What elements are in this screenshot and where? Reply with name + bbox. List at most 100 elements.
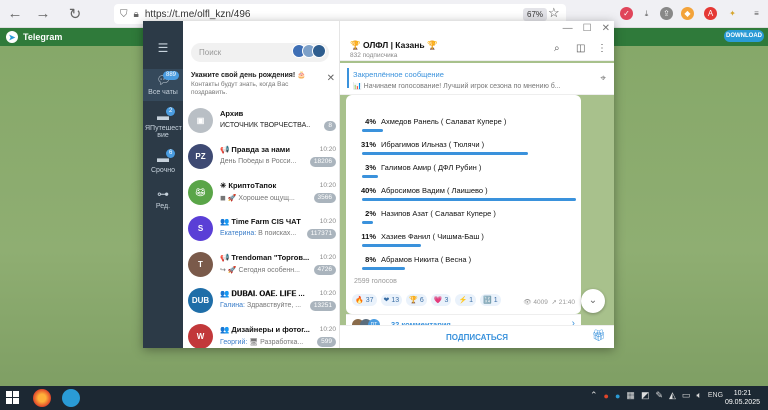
chevron-up-icon[interactable]: ⌃	[590, 390, 598, 401]
pen-icon[interactable]: ✎	[655, 390, 663, 401]
reaction-emoji: 🔢	[483, 297, 492, 304]
chat-name: 👥 Time Farm CIS ЧАТ	[220, 217, 301, 226]
poll-option-percent: 4%	[365, 117, 376, 126]
zoom-level[interactable]: 67%	[523, 8, 548, 21]
tray-app-icon[interactable]: ◩	[641, 390, 650, 401]
chat-name: 👥 𝐃𝐔𝐁𝐀𝐈. 𝐎𝐀𝐄. 𝐋𝐈𝐅𝐄 ...	[220, 289, 305, 298]
tray-app-icon[interactable]: ●	[604, 391, 609, 401]
reaction-chip[interactable]: 🏆 6	[406, 294, 427, 306]
close-window-icon[interactable]: ✕	[602, 23, 610, 34]
lock-icon[interactable]: 🔒︎	[134, 9, 139, 20]
extensions-icon[interactable]: ⇪	[660, 7, 673, 20]
tray-app-icon[interactable]: ▦	[626, 390, 635, 401]
reload-icon[interactable]: ↻	[64, 3, 86, 25]
chat-row[interactable]: 🐸︎ ✳ КриптоТапок 10:20 ◼ 🚀 Хорошее ощущ.…	[183, 176, 339, 212]
avatar: PZ	[188, 144, 213, 169]
windows-start-icon[interactable]	[6, 391, 19, 404]
poll-option-percent: 40%	[360, 186, 376, 195]
subscribe-button[interactable]: ПОДПИСАТЬСЯ	[340, 325, 614, 348]
poll-option-name: Галимов Амир ( ДФЛ Рубин )	[381, 163, 482, 172]
reaction-chip[interactable]: ❤ 13	[380, 294, 403, 306]
reaction-chip[interactable]: 🔢 1	[480, 294, 501, 306]
firefox-icon[interactable]	[33, 389, 51, 407]
chat-row[interactable]: DUB 👥 𝐃𝐔𝐁𝐀𝐈. 𝐎𝐀𝐄. 𝐋𝐈𝐅𝐄 ... 10:20 Галина:…	[183, 284, 339, 320]
forward-icon[interactable]: →	[32, 3, 54, 25]
folder-badge: 6	[166, 149, 176, 158]
folder-label: Ред.	[155, 203, 171, 210]
chat-time: 10:20	[319, 146, 336, 153]
download-icon[interactable]: ⤓	[640, 7, 653, 20]
gift-icon[interactable]: 🎁︎	[592, 329, 606, 342]
chat-preview: Галина: Здравствуйте, ...	[220, 302, 310, 309]
hamburger-icon: ☰	[157, 41, 169, 55]
menu-icon[interactable]: ≡	[750, 7, 763, 20]
folder-travel[interactable]: ▬ ЯПутешест вие 2	[143, 107, 183, 139]
poll-option-bar	[362, 198, 576, 201]
poll-option-bar	[362, 267, 405, 270]
reaction-chip[interactable]: 🔥 37	[352, 294, 377, 306]
pin-list-icon[interactable]: ⌖	[600, 73, 606, 84]
folder-urgent[interactable]: ▬ Срочно 6	[143, 149, 183, 174]
chat-preview-text: В поисках...	[256, 230, 297, 237]
poll-option-name: Назипов Азат ( Салават Купере )	[381, 209, 496, 218]
maximize-icon[interactable]: ☐	[583, 23, 592, 34]
pocket-icon[interactable]: ✓	[620, 7, 633, 20]
close-icon[interactable]: ✕	[327, 73, 335, 84]
download-button[interactable]: DOWNLOAD	[724, 30, 764, 42]
minimize-icon[interactable]: —	[563, 23, 573, 34]
chat-row[interactable]: S 👥 Time Farm CIS ЧАТ 10:20 Екатерина: В…	[183, 212, 339, 248]
chat-sender: Георгий:	[220, 339, 248, 346]
chat-time: 10:20	[319, 218, 336, 225]
poll-option-bar	[362, 244, 421, 247]
volume-icon[interactable]: 🔈︎	[696, 390, 701, 401]
unread-badge: 117371	[306, 229, 336, 239]
puzzle-icon[interactable]: ✦	[726, 7, 739, 20]
chat-row[interactable]: T 📢 Trendoman "Торгов... 10:20 ↪ 🚀 Сегод…	[183, 248, 339, 284]
chat-preview-text: Здравствуйте, ...	[245, 302, 302, 309]
pinned-message[interactable]: Закреплённое сообщение 📊 Начинаем голосо…	[340, 63, 614, 95]
telegram-taskbar-icon[interactable]	[62, 389, 80, 407]
menu-button[interactable]: ☰	[143, 41, 183, 57]
sliders-icon: ⊶	[157, 187, 169, 201]
tray-app-icon[interactable]: ●	[615, 391, 620, 401]
folder-all-chats[interactable]: 💬︎ Все чаты 889	[143, 69, 183, 101]
folder-label: Все чаты	[148, 89, 178, 96]
reaction-emoji: 🔥	[355, 297, 364, 304]
poll-option-percent: 3%	[365, 163, 376, 172]
vote-count[interactable]: 2599 голосов	[354, 278, 397, 285]
tray-app-icon[interactable]: ◭	[669, 390, 676, 401]
more-vertical-icon[interactable]: ⋮	[597, 43, 607, 54]
back-icon[interactable]: ←	[4, 3, 26, 25]
telegram-brand[interactable]: ➤ Telegram	[6, 31, 62, 43]
adblock-icon[interactable]: A	[704, 7, 717, 20]
chat-time: 10:20	[319, 290, 336, 297]
shield-icon[interactable]: ⛉	[120, 9, 128, 20]
chat-row[interactable]: PZ 📢 Правда за нами 10:20 День Победы в …	[183, 140, 339, 176]
chat-row-archive[interactable]: ▣ Архив ИСТОЧНИК ТВОРЧЕСТВА... 8	[183, 104, 339, 140]
unread-badge: 13251	[309, 301, 336, 311]
bookmark-star-icon[interactable]: ☆	[548, 5, 560, 21]
folder-badge: 2	[166, 107, 176, 116]
clock[interactable]: 10:21 09.05.2025	[725, 389, 760, 407]
sidebar-toggle-icon[interactable]: ◫	[576, 43, 585, 54]
story-avatars[interactable]	[292, 44, 326, 58]
birthday-banner[interactable]: Укажите свой день рождения! 🎂 Контакты б…	[191, 71, 338, 103]
search-icon[interactable]: ⌕	[554, 43, 560, 54]
chat-list: Поиск Укажите свой день рождения! 🎂 Конт…	[183, 21, 340, 348]
scroll-down-button[interactable]: ⌄	[581, 289, 605, 313]
reaction-emoji: 🏆	[409, 297, 418, 304]
chat-row[interactable]: W 👥 Дизайнеры и фотог... 10:20 Георгий: …	[183, 320, 339, 348]
folder-edit[interactable]: ⊶ Ред.	[143, 187, 183, 210]
clock-time: 10:21	[733, 390, 752, 397]
network-icon[interactable]: ▭	[682, 390, 691, 401]
reaction-chip[interactable]: 💗 3	[430, 294, 452, 306]
story-avatar[interactable]	[312, 44, 326, 58]
reaction-chip[interactable]: ⚡ 1	[455, 294, 477, 306]
brave-icon[interactable]: ◆	[681, 7, 694, 20]
language-indicator[interactable]: ENG	[708, 392, 723, 399]
avatar: DUB	[188, 288, 213, 313]
url-text: https://t.me/olfl_kzn/496	[144, 8, 251, 20]
poll-post: 4% Ахмедов Ранель ( Салават Купере ) 31% Иб…	[346, 95, 581, 314]
poll-option-bar	[362, 129, 384, 132]
reaction-count: 3	[444, 296, 449, 304]
